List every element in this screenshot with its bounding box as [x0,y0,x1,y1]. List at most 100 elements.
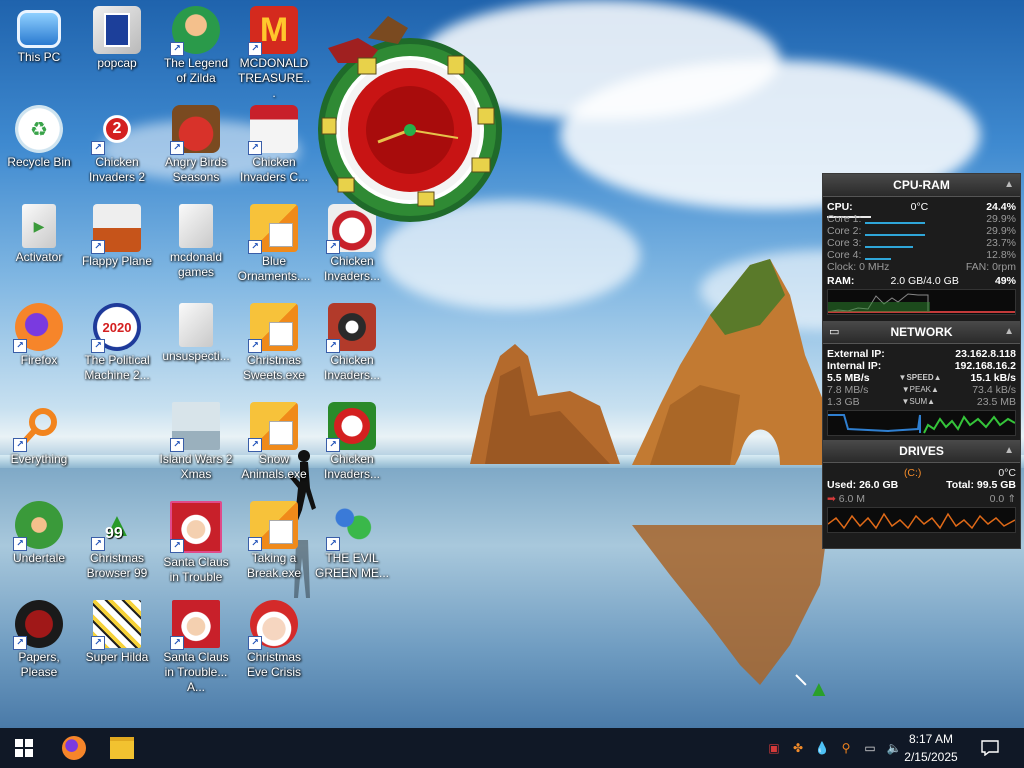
shortcut-arrow-icon: ↗ [91,141,105,155]
network-history-graph [827,410,1016,436]
desktop-icon-mcdonald-games[interactable]: mcdonald games [157,198,235,294]
small-rock-arch [470,344,620,464]
shortcut-arrow-icon: ↗ [248,339,262,353]
flappy-plane-icon: ↗ [91,204,141,254]
speed-label-group: ▼SPEED▲ [898,373,942,382]
desktop-icon-santa-claus-in-trouble[interactable]: ↗ Santa Claus in Trouble [157,495,235,591]
drives-header[interactable]: DRIVES ▲ [823,440,1020,463]
external-ip-row: External IP: 23.162.8.118 [823,348,1020,360]
cpu-temp: 0°C [910,201,929,213]
tray-drop-icon[interactable]: 💧 [814,740,830,756]
folder-icon [179,303,213,347]
shortcut-arrow-icon: ↗ [170,636,184,650]
desktop-icon-undertale[interactable]: ↗ Undertale [0,495,78,591]
peak-upload: 73.4 kB/s [972,384,1016,396]
icon-label: Angry Birds Seasons [164,155,228,184]
core-row: Core 2: 29.9% [823,225,1020,237]
cpu-ram-title: CPU-RAM [893,178,950,192]
chicken-badge-number: 2 [106,118,128,140]
collapse-arrow-icon[interactable]: ▲ [1004,440,1014,462]
recycle-bin-icon: ♻ [15,105,63,153]
desktop-icon-flappy-plane[interactable]: ↗ Flappy Plane [78,198,156,294]
ram-label: RAM: [827,275,855,287]
desktop-icon-christmas-eve-crisis[interactable]: ↗ Christmas Eve Crisis [235,594,313,690]
icon-label: The Political Machine 2... [84,353,150,382]
desktop-icon-unsuspecti[interactable]: unsuspecti... [157,297,235,393]
desktop-icon-chicken-invaders-r4[interactable]: ↗ Chicken Invaders... [313,297,391,393]
system-monitor-gadget[interactable]: CPU-RAM ▲ CPU: 0°C 24.4% Core 1: 29.9% Co… [822,173,1021,549]
shortcut-arrow-icon: ↗ [170,438,184,452]
desktop-icon-chicken-invaders-r5[interactable]: ↗ Chicken Invaders... [313,396,391,492]
icon-label: THE EVIL GREEN ME... [315,551,390,580]
shortcut-arrow-icon: ↗ [248,42,262,56]
action-center-button[interactable] [968,728,1012,768]
desktop-icon-recycle-bin[interactable]: ♻ Recycle Bin [0,99,78,195]
icon-label: Christmas Sweets.exe [242,353,306,382]
drive-usage-row: Used: 26.0 GB Total: 99.5 GB [823,479,1020,491]
icon-label: Chicken Invaders... [323,452,381,481]
taskbar-date[interactable]: 2/15/2025 [896,750,966,764]
cpu-ram-header[interactable]: CPU-RAM ▲ [823,174,1020,197]
core-value: 29.9% [986,225,1016,237]
icon-label: Activator [15,250,63,264]
shortcut-arrow-icon: ↗ [91,240,105,254]
drive-graph-lines [827,512,1016,530]
core-level-bar [865,258,891,260]
shortcut-arrow-icon: ↗ [13,636,27,650]
desktop-icon-evil-green-me[interactable]: ↗ THE EVIL GREEN ME... [313,495,391,591]
write-arrow-icon: ⇑ [1007,493,1016,505]
icon-label: Snow Animals.exe [241,452,307,481]
sum-upload: 23.5 MB [976,396,1016,408]
tray-network-icon[interactable]: ▭ [862,740,878,756]
shortcut-arrow-icon: ↗ [13,537,27,551]
shortcut-arrow-icon: ↗ [248,636,262,650]
desktop-icon-santa-claus-in-trouble-again[interactable]: ↗ Santa Claus in Trouble... A... [157,594,235,694]
taskbar-time[interactable]: 8:17 AM [896,732,966,746]
christmas-clock-widget[interactable] [298,8,518,222]
chicken-icon: 2 ↗ [91,105,141,155]
desktop-icon-chicken-invaders-2[interactable]: 2 ↗ Chicken Invaders 2 [78,99,156,195]
tray-security-icon[interactable]: ▣ [766,740,782,756]
desktop-icon-snow-animals[interactable]: ↗ Snow Animals.exe [235,396,313,492]
desktop-icon-christmas-browser[interactable]: ▲ 99 ↗ Christmas Browser 99 [78,495,156,591]
desktop-icon-christmas-sweets[interactable]: ↗ Christmas Sweets.exe [235,297,313,393]
tray-people-icon[interactable]: ✤ [790,740,806,756]
core-level-bar [865,234,925,236]
desktop-icon-political-machine[interactable]: 2020 ↗ The Political Machine 2... [78,297,156,393]
desktop-icon-angry-birds-seasons[interactable]: ↗ Angry Birds Seasons [157,99,235,195]
desktop-icon-super-hilda[interactable]: ↗ Super Hilda [78,594,156,690]
network-monitor-icon: ▭ [829,326,840,338]
collapse-arrow-icon[interactable]: ▲ [1004,174,1014,196]
start-button[interactable] [0,728,48,768]
santa-face-icon: ↗ [248,600,298,650]
tray-search-everything-icon[interactable]: ⚲ [838,740,854,756]
collapse-arrow-icon[interactable]: ▲ [1004,321,1014,343]
core-list: Core 1: 29.9% Core 2: 29.9% Core 3: 23.7% C… [823,213,1020,261]
core-label: Core 3: [827,237,862,249]
icon-label: Christmas Browser 99 [86,551,148,580]
ram-percent: 49% [994,275,1016,287]
drive-write: 0.0 [989,493,1005,505]
desktop-icon-popcap[interactable]: popcap [78,0,156,96]
core-value: 23.7% [986,237,1016,249]
sum-label: SUM [909,397,928,406]
speed-label: SPEED [906,373,934,382]
desktop-icon-firefox[interactable]: ↗ Firefox [0,297,78,393]
desktop-icon-legend-of-zilda[interactable]: ↗ The Legend of Zilda [157,0,235,96]
mcdonalds-logo-icon: M ↗ [248,6,298,56]
desktop-icon-island-wars[interactable]: ↗ Island Wars 2 Xmas [157,396,235,492]
folder-icon [110,737,134,759]
network-header[interactable]: ▭ NETWORK ▲ [823,321,1020,344]
cpu-label: CPU: [827,201,853,213]
desktop-icon-activator[interactable]: ▶ Activator [0,198,78,294]
desktop-icon-everything[interactable]: ↗ Everything [0,396,78,492]
shortcut-arrow-icon: ↗ [13,339,27,353]
taskbar-file-explorer-button[interactable] [98,728,146,768]
drive-total: Total: 99.5 GB [946,479,1016,491]
desktop-icon-taking-a-break[interactable]: ↗ Taking a Break.exe [235,495,313,591]
desktop-icon-this-pc[interactable]: This PC [0,0,78,96]
monitor-icon [17,10,61,48]
desktop-icon-papers-please[interactable]: ↗ Papers, Please [0,594,78,690]
drive-name-row: (C:) 0°C [823,467,1020,479]
taskbar-firefox-button[interactable] [50,728,98,768]
